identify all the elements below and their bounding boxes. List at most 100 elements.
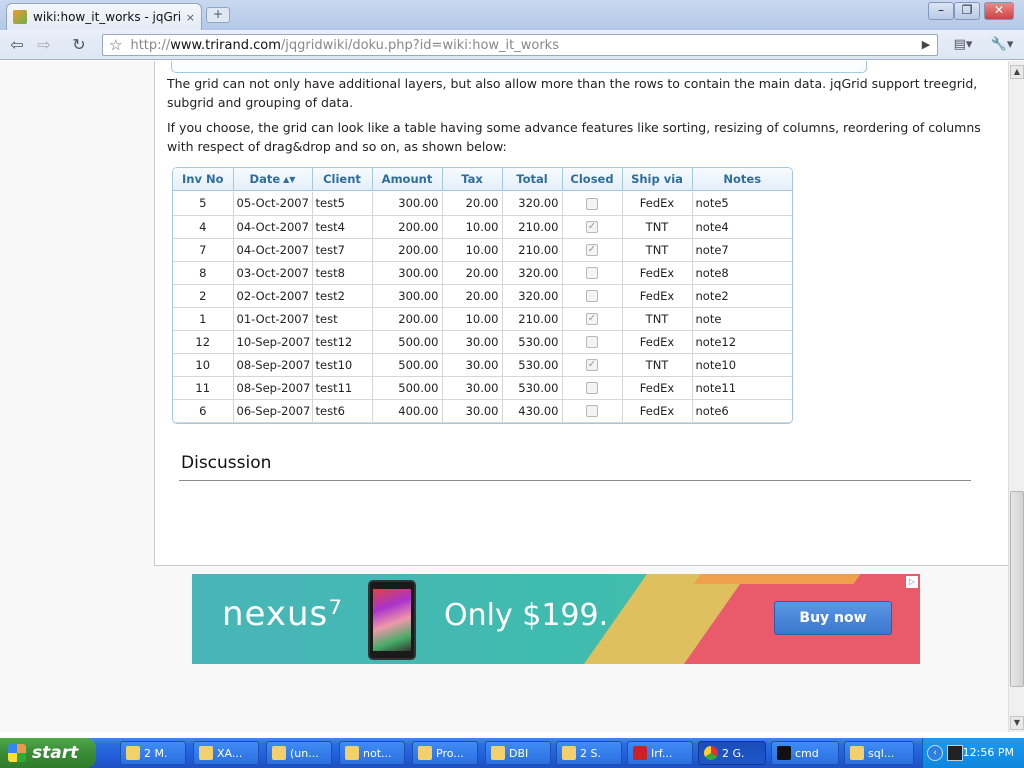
closed-checkbox[interactable]: ✓ (586, 359, 598, 371)
client-cell[interactable]: test8 (312, 261, 373, 285)
amount-cell[interactable]: 300.00 (372, 192, 443, 216)
tab-close-icon[interactable]: × (186, 11, 195, 24)
notes-cell[interactable]: note (692, 307, 792, 331)
client-cell[interactable]: test7 (312, 238, 373, 262)
notes-cell[interactable]: note11 (692, 376, 792, 400)
reload-button[interactable]: ↻ (68, 35, 90, 55)
taskbar-item[interactable]: cmd (771, 741, 839, 765)
column-header[interactable]: Date ▲▼ (233, 168, 313, 191)
client-cell[interactable]: test11 (312, 376, 373, 400)
closed-checkbox[interactable] (586, 197, 598, 210)
date-cell[interactable]: 06-Sep-2007 (233, 399, 313, 423)
column-header[interactable]: Client (312, 168, 373, 191)
table-row[interactable]: 11 08-Sep-2007 test11 500.00 30.00 530.00 FedE… (173, 376, 792, 400)
closed-checkbox[interactable] (586, 405, 598, 417)
date-cell[interactable]: 10-Sep-2007 (233, 330, 313, 354)
tax-cell[interactable]: 30.00 (442, 376, 503, 400)
inv-no-cell[interactable]: 1 (173, 307, 234, 331)
back-button[interactable]: ⇦ (6, 35, 28, 55)
table-row[interactable]: 4 04-Oct-2007 test4 200.00 10.00 210.00 ✓ TNT no… (173, 215, 792, 239)
ship-via-cell[interactable]: FedEx (622, 284, 693, 308)
amount-cell[interactable]: 500.00 (372, 376, 443, 400)
ad-choices-icon[interactable]: ▷ (906, 576, 918, 588)
notes-cell[interactable]: note12 (692, 330, 792, 354)
column-header[interactable]: Ship via (622, 168, 693, 191)
notes-cell[interactable]: note4 (692, 215, 792, 239)
client-cell[interactable]: test2 (312, 284, 373, 308)
taskbar-item[interactable]: XA... (193, 741, 259, 765)
ship-via-cell[interactable]: TNT (622, 353, 693, 377)
date-cell[interactable]: 03-Oct-2007 (233, 261, 313, 285)
tax-cell[interactable]: 10.00 (442, 215, 503, 239)
closed-cell[interactable] (562, 261, 623, 285)
inv-no-cell[interactable]: 10 (173, 353, 234, 377)
taskbar-item[interactable]: Pro... (412, 741, 478, 765)
column-header[interactable]: Total (502, 168, 563, 191)
date-cell[interactable]: 08-Sep-2007 (233, 376, 313, 400)
inv-no-cell[interactable]: 5 (173, 192, 234, 216)
scroll-up-icon[interactable]: ▲ (1010, 65, 1024, 79)
nexus-ad-banner[interactable]: nexus⁷ Only $199. Buy now ▷ (192, 574, 920, 664)
new-tab-button[interactable]: + (206, 7, 230, 23)
total-cell[interactable]: 530.00 (502, 330, 563, 354)
tax-cell[interactable]: 30.00 (442, 330, 503, 354)
tax-cell[interactable]: 10.00 (442, 238, 503, 262)
client-cell[interactable]: test12 (312, 330, 373, 354)
client-cell[interactable]: test6 (312, 399, 373, 423)
closed-checkbox[interactable]: ✓ (586, 221, 598, 233)
notes-cell[interactable]: note8 (692, 261, 792, 285)
client-cell[interactable]: test10 (312, 353, 373, 377)
table-row[interactable]: 6 06-Sep-2007 test6 400.00 30.00 430.00 FedEx n… (173, 399, 792, 423)
url-text[interactable]: http://www.trirand.com/jqgridwiki/doku.p… (130, 38, 559, 53)
address-bar[interactable]: ☆ http://www.trirand.com/jqgridwiki/doku… (102, 34, 938, 56)
closed-checkbox[interactable]: ✓ (586, 313, 598, 325)
inv-no-cell[interactable]: 2 (173, 284, 234, 308)
taskbar-item[interactable]: not... (339, 741, 405, 765)
amount-cell[interactable]: 300.00 (372, 284, 443, 308)
column-header[interactable]: Amount (372, 168, 443, 191)
tax-cell[interactable]: 20.00 (442, 192, 503, 216)
notes-cell[interactable]: note6 (692, 399, 792, 423)
closed-checkbox[interactable] (586, 290, 598, 302)
maximize-button[interactable]: ❐ (954, 2, 980, 20)
ship-via-cell[interactable]: FedEx (622, 399, 693, 423)
closed-checkbox[interactable] (586, 382, 598, 394)
table-row[interactable]: 12 10-Sep-2007 test12 500.00 30.00 530.00 FedE… (173, 330, 792, 354)
amount-cell[interactable]: 200.00 (372, 238, 443, 262)
date-cell[interactable]: 01-Oct-2007 (233, 307, 313, 331)
inv-no-cell[interactable]: 12 (173, 330, 234, 354)
tax-cell[interactable]: 10.00 (442, 307, 503, 331)
go-icon[interactable]: ▶ (917, 37, 935, 53)
closed-cell[interactable]: ✓ (562, 215, 623, 239)
taskbar-item[interactable]: (un... (266, 741, 332, 765)
inv-no-cell[interactable]: 8 (173, 261, 234, 285)
sort-icon[interactable]: ▲▼ (283, 175, 295, 184)
inv-no-cell[interactable]: 11 (173, 376, 234, 400)
date-cell[interactable]: 02-Oct-2007 (233, 284, 313, 308)
table-row[interactable]: 7 04-Oct-2007 test7 200.00 10.00 210.00 ✓ TNT no… (173, 238, 792, 262)
tax-cell[interactable]: 20.00 (442, 261, 503, 285)
total-cell[interactable]: 530.00 (502, 353, 563, 377)
tools-menu-button[interactable]: 🔧▾ (986, 35, 1018, 55)
closed-checkbox[interactable] (586, 267, 598, 279)
bookmark-star-icon[interactable]: ☆ (109, 36, 122, 54)
date-cell[interactable]: 05-Oct-2007 (233, 192, 313, 216)
inv-no-cell[interactable]: 7 (173, 238, 234, 262)
total-cell[interactable]: 320.00 (502, 261, 563, 285)
closed-cell[interactable]: ✓ (562, 238, 623, 262)
scroll-down-icon[interactable]: ▼ (1010, 716, 1024, 730)
page-menu-button[interactable]: ▤▾ (948, 35, 978, 55)
notes-cell[interactable]: note2 (692, 284, 792, 308)
tax-cell[interactable]: 20.00 (442, 284, 503, 308)
total-cell[interactable]: 320.00 (502, 192, 563, 216)
tax-cell[interactable]: 30.00 (442, 353, 503, 377)
table-row[interactable]: 1 01-Oct-2007 test 200.00 10.00 210.00 ✓ TNT not… (173, 307, 792, 331)
ship-via-cell[interactable]: FedEx (622, 330, 693, 354)
ship-via-cell[interactable]: FedEx (622, 261, 693, 285)
taskbar-item[interactable]: DBI (485, 741, 551, 765)
taskbar-item[interactable]: sql... (844, 741, 914, 765)
taskbar-item[interactable]: 2 M. (120, 741, 186, 765)
table-row[interactable]: 2 02-Oct-2007 test2 300.00 20.00 320.00 FedEx n… (173, 284, 792, 308)
inv-no-cell[interactable]: 4 (173, 215, 234, 239)
notes-cell[interactable]: note5 (692, 192, 792, 216)
